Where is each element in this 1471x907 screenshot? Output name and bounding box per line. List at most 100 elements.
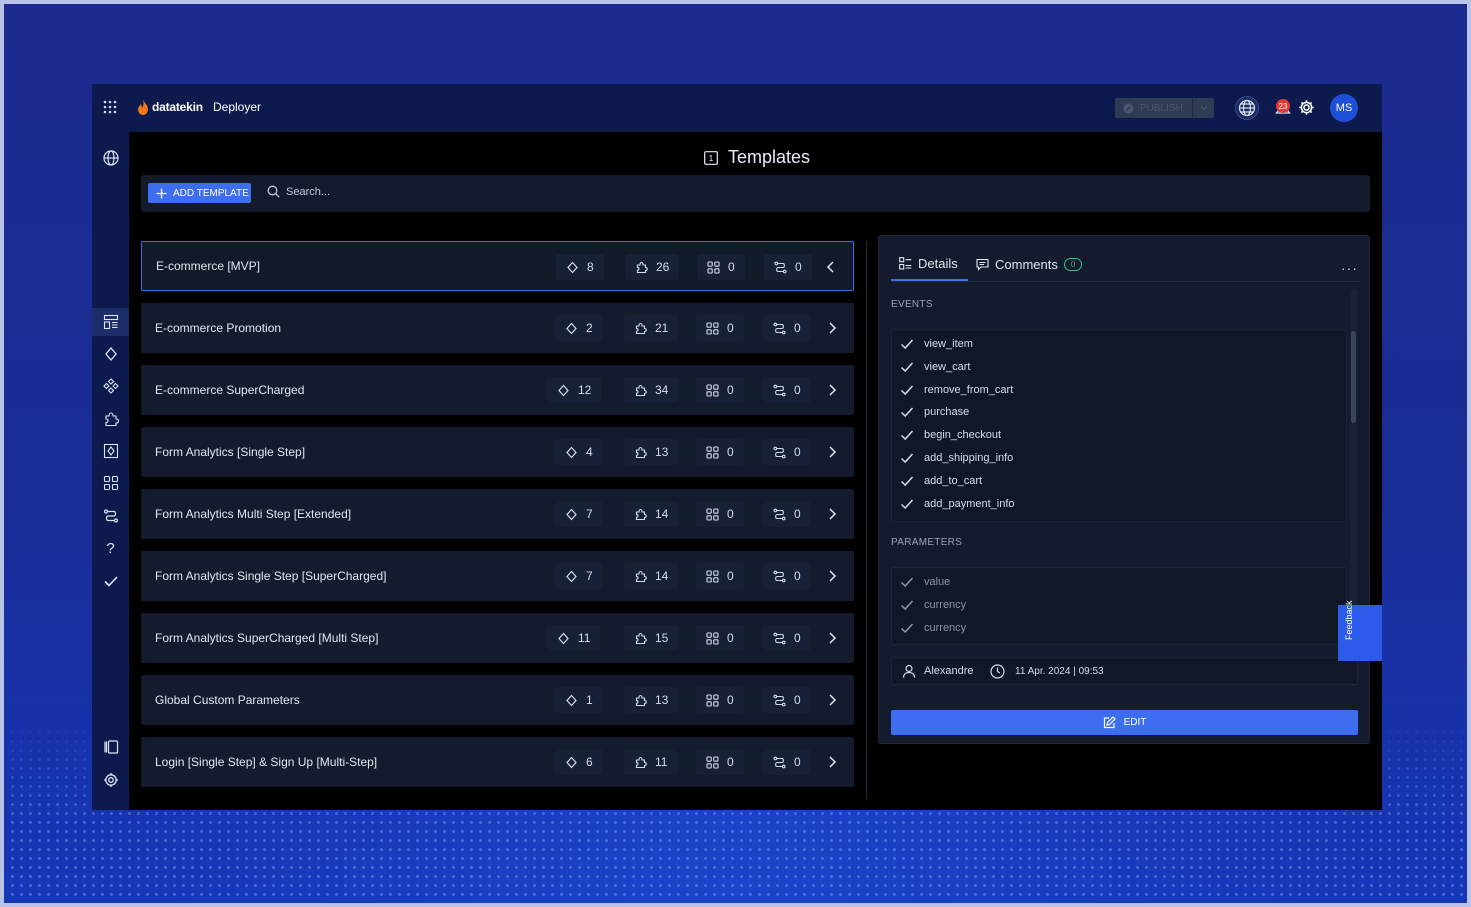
author-meta: Alexandre 11 Apr. 2024 | 09:53	[891, 657, 1358, 685]
template-row[interactable]: E-commerce SuperCharged 12 34 0 0	[141, 365, 854, 415]
template-name: Form Analytics SuperCharged [Multi Step]	[155, 631, 379, 645]
grid-squares-icon	[706, 507, 719, 521]
user-avatar[interactable]: MS	[1330, 94, 1358, 122]
chevron-right-icon[interactable]	[824, 320, 840, 336]
triggers-count-value: 0	[728, 260, 735, 274]
sidebar-item-templates[interactable]	[92, 308, 129, 336]
tags-count-value: 7	[586, 507, 593, 521]
details-scrollbar[interactable]	[1350, 289, 1357, 645]
template-tags-count: 12	[547, 377, 602, 403]
search-input[interactable]	[286, 185, 406, 198]
brand-name: datatekin	[152, 100, 203, 114]
grid-squares-icon	[706, 693, 719, 707]
template-row[interactable]: Login [Single Step] & Sign Up [Multi-Ste…	[141, 737, 854, 787]
template-name: E-commerce [MVP]	[156, 259, 261, 273]
sidebar-item-workflows[interactable]	[92, 502, 129, 530]
add-template-label: ADD TEMPLATE	[173, 187, 249, 199]
left-sidebar: ?	[92, 132, 129, 810]
template-row[interactable]: Form Analytics [Single Step] 4 13 0 0	[141, 427, 854, 477]
tab-details[interactable]: Details	[891, 248, 968, 281]
diamond-icon	[104, 346, 117, 362]
event-item: add_to_cart	[900, 474, 982, 488]
template-row[interactable]: E-commerce [MVP] 8 26 0 0	[141, 241, 854, 291]
sidebar-item-domains[interactable]	[92, 144, 129, 172]
route-icon	[773, 694, 786, 707]
details-list-icon	[899, 257, 912, 270]
diamond-icon	[565, 322, 578, 335]
diamond-icon	[557, 384, 570, 397]
variables-count-value: 15	[655, 631, 669, 645]
tab-comments[interactable]: Comments 0	[976, 248, 1083, 281]
route-icon	[773, 322, 786, 335]
chevron-right-icon[interactable]	[824, 692, 840, 708]
add-template-button[interactable]: ADD TEMPLATE	[148, 183, 251, 203]
sidebar-item-help[interactable]: ?	[92, 534, 129, 562]
sidebar-collapse-toggle[interactable]	[92, 733, 129, 761]
workflows-count-value: 0	[794, 755, 801, 769]
sidebar-item-validation[interactable]	[92, 567, 129, 595]
workflows-count-value: 0	[794, 321, 801, 335]
route-icon	[773, 756, 786, 769]
template-row[interactable]: Form Analytics SuperCharged [Multi Step]…	[141, 613, 854, 663]
variables-count-value: 14	[655, 507, 669, 521]
template-variables-count: 13	[624, 439, 679, 465]
sidebar-item-variables[interactable]	[92, 405, 129, 433]
apps-grid-icon[interactable]	[103, 100, 117, 114]
template-triggers-count: 0	[696, 439, 744, 465]
route-icon	[773, 384, 786, 397]
more-options-icon[interactable]: ···	[1341, 260, 1358, 276]
comment-icon	[976, 258, 989, 271]
sidebar-item-settings[interactable]	[92, 766, 129, 794]
chevron-right-icon[interactable]	[824, 568, 840, 584]
tags-count-value: 6	[586, 755, 593, 769]
product-name: Deployer	[213, 100, 262, 114]
parameters-label: PARAMETERS	[891, 537, 963, 548]
sidebar-item-triggers[interactable]	[92, 469, 129, 497]
event-item-label: purchase	[924, 406, 970, 419]
parameter-item: currency	[900, 598, 966, 612]
template-row[interactable]: Global Custom Parameters 1 13 0 0	[141, 675, 854, 725]
tags-count-value: 4	[586, 445, 593, 459]
notification-count-badge: 23	[1276, 99, 1290, 113]
top-bar: datatekin Deployer PUBLISH 23 MS	[92, 84, 1382, 132]
template-name: Global Custom Parameters	[155, 693, 300, 707]
template-name: Login [Single Step] & Sign Up [Multi-Ste…	[155, 755, 378, 769]
triggers-count-value: 0	[727, 383, 734, 397]
collapse-sidebar-icon	[103, 740, 118, 754]
templates-icon	[103, 314, 118, 330]
variables-count-value: 11	[655, 755, 668, 769]
settings-gear-icon[interactable]	[1298, 99, 1315, 116]
gear-icon	[103, 773, 118, 787]
chevron-right-icon[interactable]	[824, 444, 840, 460]
publish-button[interactable]: PUBLISH	[1115, 98, 1192, 118]
chevron-right-icon[interactable]	[824, 630, 840, 646]
details-scrollbar-thumb[interactable]	[1351, 331, 1356, 423]
chevron-left-icon[interactable]	[823, 259, 839, 275]
sidebar-item-containers[interactable]	[92, 437, 129, 465]
check-icon	[900, 575, 914, 589]
tags-count-value: 2	[586, 321, 593, 335]
sidebar-item-tags[interactable]	[92, 340, 129, 368]
chevron-right-icon[interactable]	[824, 754, 840, 770]
template-row[interactable]: Form Analytics Multi Step [Extended] 7 14 0…	[141, 489, 854, 539]
template-row[interactable]: Form Analytics Single Step [SuperCharged…	[141, 551, 854, 601]
events-list: view_item view_cart remove_from_cart purcha…	[891, 329, 1347, 522]
brand-logo[interactable]: datatekin	[137, 99, 203, 115]
chevron-right-icon[interactable]	[824, 506, 840, 522]
edit-button[interactable]: EDIT	[891, 710, 1358, 735]
diamond-icon	[565, 570, 578, 583]
check-icon	[103, 576, 118, 587]
check-icon	[900, 621, 914, 635]
event-item: view_item	[900, 337, 973, 351]
template-variables-count: 14	[624, 563, 679, 589]
check-icon	[900, 360, 914, 374]
sidebar-item-components[interactable]	[92, 372, 129, 400]
template-variables-count: 11	[624, 749, 678, 775]
feedback-tab[interactable]: Feedback	[1338, 600, 1382, 661]
feedback-label: Feedback	[1344, 600, 1354, 640]
template-row[interactable]: E-commerce Promotion 2 21 0 0	[141, 303, 854, 353]
language-button[interactable]	[1235, 96, 1259, 120]
publish-dropdown-toggle[interactable]	[1192, 98, 1214, 118]
diamond-icon	[565, 756, 578, 769]
chevron-right-icon[interactable]	[824, 382, 840, 398]
